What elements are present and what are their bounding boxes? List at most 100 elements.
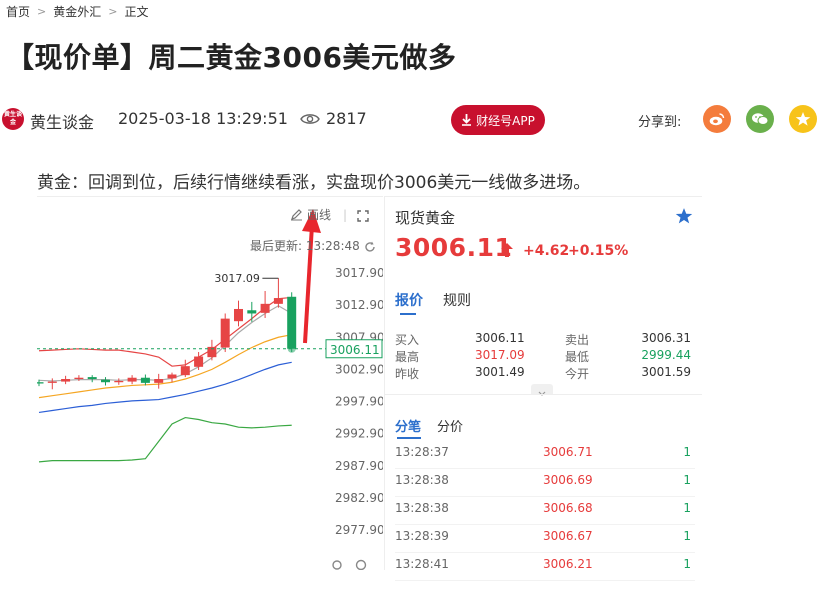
stats-row: 最高 3017.09 最低 2999.44: [395, 348, 695, 365]
download-icon: [462, 114, 472, 126]
tick-time: 13:28:41: [395, 557, 449, 571]
tab-rules[interactable]: 规则: [443, 290, 471, 310]
breadcrumb: 首页 > 黄金外汇 > 正文: [6, 3, 148, 20]
tick-price: 3006.68: [543, 501, 593, 515]
y-tick-label: 3002.90: [335, 362, 383, 376]
y-tick-label: 2982.90: [335, 491, 383, 505]
favorite-star-icon[interactable]: [675, 207, 693, 229]
quote-stats: 买入 3006.11 卖出 3006.31 最高 3017.09 最低 2999…: [395, 331, 695, 382]
share-weibo-button[interactable]: [703, 105, 731, 133]
tick-volume: 1: [683, 501, 691, 515]
tab-ticks[interactable]: 分笔: [395, 416, 421, 435]
y-tick-label: 3012.90: [335, 298, 383, 312]
tick-row: 13:28:37 3006.71 1: [395, 441, 695, 469]
tab-price-levels[interactable]: 分价: [437, 416, 463, 435]
last-updated: 最后更新: 13:28:48: [250, 239, 360, 253]
wechat-icon: [752, 113, 769, 125]
tick-list: 13:28:37 3006.71 1 13:28:38 3006.69 1 13…: [395, 441, 695, 581]
tick-price: 3006.21: [543, 557, 593, 571]
current-price-dot: [287, 344, 296, 353]
stat-low: 2999.44: [641, 348, 691, 362]
tick-time: 13:28:37: [395, 445, 449, 459]
candle-body: [87, 377, 97, 380]
breadcrumb-forex[interactable]: 黄金外汇: [53, 3, 101, 20]
author-avatar[interactable]: 黄生谈金: [2, 108, 24, 130]
fullscreen-button[interactable]: [357, 207, 369, 226]
expand-stats-button[interactable]: [531, 384, 553, 396]
y-tick-label: 2997.90: [335, 395, 383, 409]
up-arrow-icon: [501, 242, 513, 261]
stat-label: 最高: [395, 350, 420, 364]
draw-line-label: 画线: [307, 208, 332, 222]
share-favorite-button[interactable]: [789, 105, 817, 133]
author-name[interactable]: 黄生谈金: [30, 109, 94, 133]
candle-body: [180, 366, 190, 376]
instrument-name: 现货黄金: [395, 209, 456, 227]
candle-body: [234, 308, 243, 322]
section-divider: [384, 394, 702, 395]
refresh-button[interactable]: [364, 238, 376, 257]
tick-row: 13:28:38 3006.69 1: [395, 469, 695, 497]
candle-body: [61, 379, 71, 382]
pen-icon: [291, 209, 302, 221]
tick-volume: 1: [683, 445, 691, 459]
y-tick-label: 2992.90: [335, 427, 383, 441]
tick-row: 13:28:41 3006.21 1: [395, 553, 695, 581]
stat-ask: 3006.31: [641, 331, 691, 345]
draw-line-tool[interactable]: 画线 |: [290, 206, 347, 223]
stat-label: 昨收: [395, 367, 420, 381]
tick-volume: 1: [683, 529, 691, 543]
share-wechat-button[interactable]: [746, 105, 774, 133]
refresh-icon: [365, 241, 375, 252]
stat-high: 3017.09: [475, 348, 525, 362]
current-price: 3006.11: [395, 233, 513, 262]
candle-body: [154, 379, 164, 383]
candle-body: [287, 296, 297, 349]
tick-time: 13:28:39: [395, 529, 449, 543]
tick-row: 13:28:39 3006.67 1: [395, 525, 695, 553]
tab-quote[interactable]: 报价: [395, 290, 423, 310]
y-tick-label: 2987.90: [335, 459, 383, 473]
tab-ticks-underline: [397, 437, 421, 439]
view-count: 2817: [326, 109, 367, 128]
article-title: 【现价单】周二黄金3006美元做多: [6, 41, 457, 74]
download-app-button[interactable]: 财经号APP: [451, 105, 545, 135]
y-tick-label: 3017.90: [335, 266, 383, 280]
star-icon: [795, 112, 811, 126]
publish-datetime: 2025-03-18 13:29:51: [118, 109, 288, 128]
share-label: 分享到:: [638, 115, 682, 130]
tick-time: 13:28:38: [395, 473, 449, 487]
eye-icon: [300, 111, 320, 130]
high-annotation: 3017.09: [214, 272, 260, 285]
tick-time: 13:28:38: [395, 501, 449, 515]
moving-average-line: [38, 296, 292, 367]
tick-price: 3006.69: [543, 473, 593, 487]
price-change: +4.62: [523, 243, 570, 259]
article-lead: 黄金：回调到位，后续行情继续看涨，实盘现价3006美元一线做多进场。: [37, 173, 591, 193]
breadcrumb-home[interactable]: 首页: [6, 3, 30, 20]
fullscreen-icon: [357, 210, 369, 222]
avatar-text: 黄生谈金: [3, 111, 22, 126]
moving-average-line: [38, 334, 292, 399]
indicator-line: [38, 416, 292, 463]
candle-body: [37, 382, 44, 384]
tick-volume: 1: [683, 557, 691, 571]
weibo-icon: [709, 113, 725, 126]
app-button-label: 财经号APP: [476, 113, 535, 128]
stat-label: 卖出: [565, 333, 590, 347]
stat-open: 3001.59: [641, 365, 691, 379]
settings-icon: [332, 560, 342, 570]
stat-label: 今开: [565, 367, 590, 381]
moving-average-line: [38, 361, 292, 414]
breadcrumb-separator: >: [37, 5, 47, 18]
candle-body: [194, 356, 204, 367]
stats-row: 昨收 3001.49 今开 3001.59: [395, 365, 695, 382]
stat-bid: 3006.11: [475, 331, 525, 345]
candle-body: [140, 377, 150, 383]
breadcrumb-current: 正文: [124, 5, 149, 19]
candle-body: [247, 310, 257, 314]
candle-body: [47, 381, 57, 383]
candle-body: [114, 380, 124, 383]
candle-body: [127, 377, 137, 382]
candle-body: [74, 377, 84, 380]
